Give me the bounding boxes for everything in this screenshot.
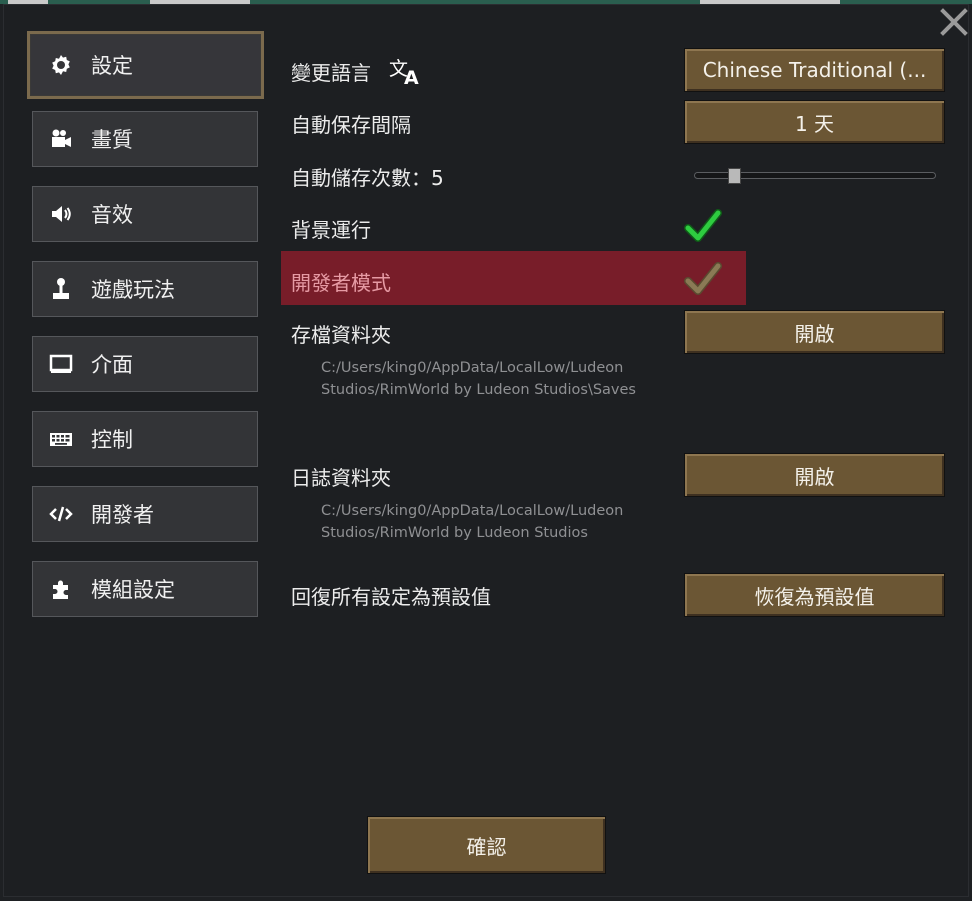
log-folder-label: 日誌資料夾 <box>291 466 391 490</box>
camera-icon <box>49 127 73 151</box>
autosave-count-label: 自動儲存次數：5 <box>291 166 444 190</box>
log-folder-path: C:/Users/king0/AppData/LocalLow/Ludeon S… <box>321 500 623 544</box>
tab-controls[interactable]: 控制 <box>32 411 258 467</box>
log-folder-path-line1: C:/Users/king0/AppData/LocalLow/Ludeon <box>321 503 624 519</box>
tab-interface[interactable]: 介面 <box>32 336 258 392</box>
tab-label: 控制 <box>91 428 133 452</box>
svg-text:A: A <box>404 67 419 85</box>
close-icon <box>940 8 968 36</box>
tab-label: 畫質 <box>91 128 133 152</box>
run-in-background-label: 背景運行 <box>291 218 371 242</box>
open-log-folder-button[interactable]: 開啟 <box>684 453 945 497</box>
dev-mode-checkbox[interactable] <box>684 261 722 297</box>
open-save-folder-button[interactable]: 開啟 <box>684 310 945 354</box>
code-icon <box>49 502 73 526</box>
tab-label: 設定 <box>91 54 133 78</box>
tab-settings[interactable]: 設定 <box>27 31 264 99</box>
autosave-interval-button[interactable]: 1 天 <box>684 100 945 144</box>
confirm-button[interactable]: 確認 <box>367 816 606 874</box>
puzzle-icon <box>49 577 73 601</box>
tab-mod-settings[interactable]: 模組設定 <box>32 561 258 617</box>
tab-audio[interactable]: 音效 <box>32 186 258 242</box>
keyboard-icon <box>49 427 73 451</box>
tab-gameplay[interactable]: 遊戲玩法 <box>32 261 258 317</box>
tab-graphics[interactable]: 畫質 <box>32 111 258 167</box>
gear-icon <box>49 53 73 77</box>
joystick-icon <box>49 277 73 301</box>
save-folder-path: C:/Users/king0/AppData/LocalLow/Ludeon S… <box>321 357 636 401</box>
translate-icon: 文 A <box>389 58 419 85</box>
tab-label: 遊戲玩法 <box>91 278 175 302</box>
save-folder-label: 存檔資料夾 <box>291 323 391 347</box>
autosave-interval-label: 自動保存間隔 <box>291 113 411 137</box>
reset-label: 回復所有設定為預設值 <box>291 585 491 609</box>
dev-mode-label: 開發者模式 <box>291 271 391 295</box>
checkmark-icon <box>684 262 722 295</box>
tab-developer[interactable]: 開發者 <box>32 486 258 542</box>
tab-label: 介面 <box>91 353 133 377</box>
monitor-icon <box>49 352 73 376</box>
autosave-count-slider[interactable] <box>694 168 936 184</box>
close-button[interactable] <box>938 6 970 38</box>
run-in-background-checkbox[interactable] <box>684 208 722 244</box>
save-folder-path-line2: Studios/RimWorld by Ludeon Studios\Saves <box>321 382 636 398</box>
tab-label: 模組設定 <box>91 578 175 602</box>
checkmark-icon <box>684 209 722 242</box>
slider-thumb[interactable] <box>728 168 741 184</box>
speaker-icon <box>49 202 73 226</box>
language-label: 變更語言 <box>291 61 371 85</box>
reset-defaults-button[interactable]: 恢復為預設值 <box>684 573 945 617</box>
language-dropdown[interactable]: Chinese Traditional (... <box>684 48 945 92</box>
log-folder-path-line2: Studios/RimWorld by Ludeon Studios <box>321 525 588 541</box>
save-folder-path-line1: C:/Users/king0/AppData/LocalLow/Ludeon <box>321 360 624 376</box>
tab-label: 開發者 <box>91 503 154 527</box>
tab-label: 音效 <box>91 203 133 227</box>
